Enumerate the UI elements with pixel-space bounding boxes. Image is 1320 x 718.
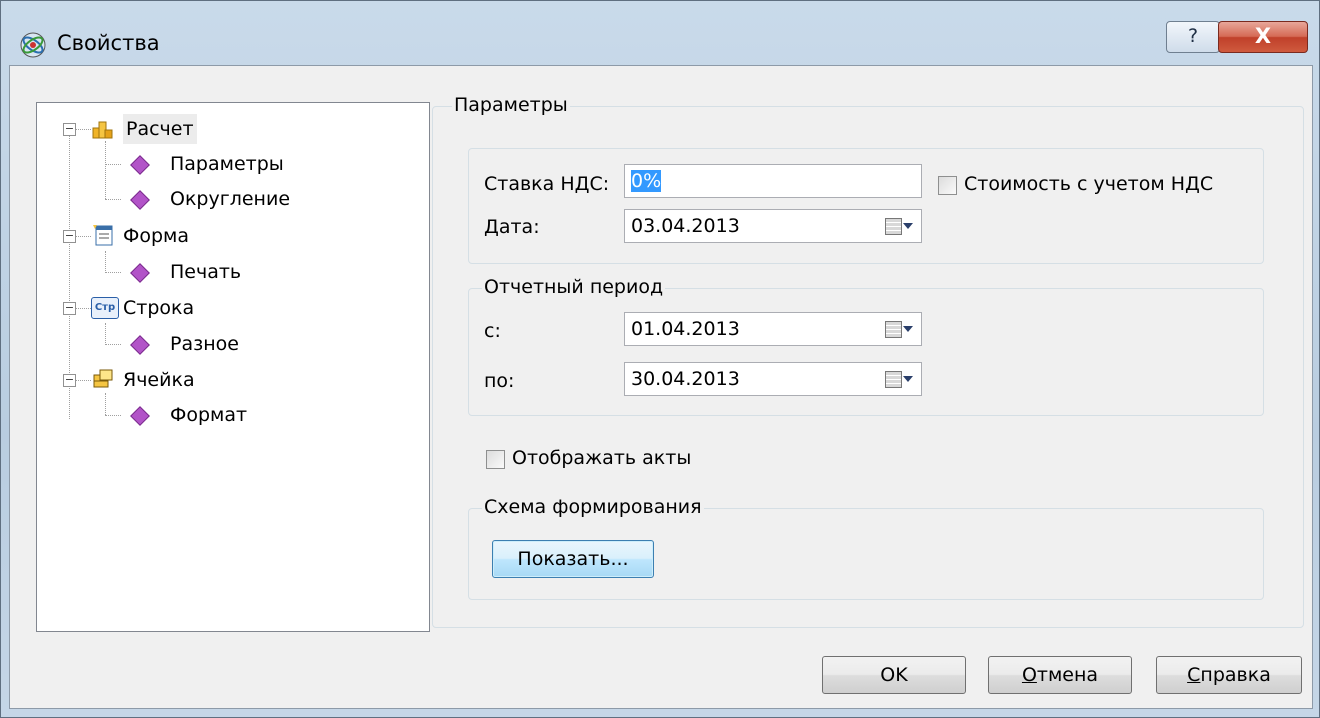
parameters-panel-title: Параметры [452, 94, 570, 116]
tree-item-label: Печать [170, 261, 242, 283]
vat-rate-input[interactable]: 0% [624, 164, 922, 198]
calendar-dropdown-button[interactable] [881, 316, 917, 342]
period-to-label: по: [484, 370, 515, 392]
dropdown-arrow-icon [903, 326, 913, 332]
dropdown-arrow-icon [903, 223, 913, 229]
calendar-dropdown-button[interactable] [881, 366, 917, 392]
help-button[interactable]: Справка [1156, 656, 1302, 694]
include-vat-checkbox[interactable] [938, 176, 957, 195]
help-mnemonic: С [1187, 664, 1201, 686]
tree-item-form[interactable]: − Форма [37, 221, 427, 251]
tree-item-row[interactable]: − Стр Строка [37, 293, 427, 323]
coins-icon [92, 121, 113, 139]
tree-item-calculation[interactable]: − Расчет [37, 114, 427, 144]
show-scheme-button[interactable]: Показать... [492, 540, 654, 578]
collapse-icon[interactable]: − [63, 302, 76, 315]
cancel-button[interactable]: Отмена [988, 656, 1132, 694]
period-from-picker[interactable]: 01.04.2013 [624, 312, 922, 346]
title-bar: Свойства ? X [1, 1, 1319, 65]
include-vat-label[interactable]: Стоимость с учетом НДС [964, 173, 1213, 195]
app-icon [20, 32, 46, 58]
date-label: Дата: [484, 216, 540, 238]
cancel-mnemonic: О [1021, 664, 1037, 686]
tree-item-format[interactable]: Формат [37, 400, 427, 430]
help-title-button[interactable]: ? [1166, 21, 1220, 53]
tree-item-label: Параметры [170, 153, 284, 175]
settings-tree[interactable]: − Расчет Параметры Округление − Форма Пе… [36, 102, 430, 632]
tree-item-misc[interactable]: Разное [37, 329, 427, 359]
period-to-picker[interactable]: 30.04.2013 [624, 362, 922, 396]
calendar-dropdown-button[interactable] [881, 213, 917, 239]
tree-item-label: Формат [170, 404, 248, 426]
date-value: 03.04.2013 [631, 215, 740, 237]
gem-icon [130, 190, 150, 210]
period-from-label: с: [484, 320, 501, 342]
tree-item-label: Округление [170, 188, 291, 210]
collapse-icon[interactable]: − [63, 230, 76, 243]
help-label: правка [1200, 664, 1271, 686]
period-to-value: 30.04.2013 [631, 368, 740, 390]
gem-icon [130, 335, 150, 355]
show-acts-checkbox[interactable] [486, 450, 505, 469]
vat-rate-value: 0% [631, 170, 662, 192]
calendar-icon [885, 321, 902, 338]
date-picker[interactable]: 03.04.2013 [624, 209, 922, 243]
period-from-value: 01.04.2013 [631, 318, 740, 340]
ok-button[interactable]: OK [822, 656, 966, 694]
show-acts-label[interactable]: Отображать акты [512, 447, 691, 469]
close-button[interactable]: X [1218, 21, 1308, 53]
row-icon: Стр [91, 297, 119, 319]
cell-icon [93, 369, 113, 388]
tree-item-label: Разное [170, 333, 239, 355]
vat-rate-label: Ставка НДС: [484, 173, 610, 195]
calendar-icon [885, 371, 902, 388]
tree-item-print[interactable]: Печать [37, 257, 427, 287]
calendar-icon [885, 218, 902, 235]
cancel-label: тмена [1036, 664, 1099, 686]
form-icon [93, 225, 113, 246]
dialog-client-area: − Расчет Параметры Округление − Форма Пе… [9, 65, 1313, 709]
gem-icon [130, 263, 150, 283]
tree-item-label: Расчет [123, 114, 197, 144]
gem-icon [130, 155, 150, 175]
gem-icon [130, 406, 150, 426]
collapse-icon[interactable]: − [63, 123, 76, 136]
properties-dialog: Свойства ? X − Расчет Параметры Округлен… [0, 0, 1320, 718]
tree-item-cell[interactable]: − Ячейка [37, 365, 427, 395]
collapse-icon[interactable]: − [63, 374, 76, 387]
tree-item-label: Строка [123, 297, 195, 319]
reporting-period-group [468, 288, 1264, 416]
tree-item-label: Ячейка [123, 369, 195, 391]
tree-item-parameters[interactable]: Параметры [37, 149, 427, 179]
dropdown-arrow-icon [903, 376, 913, 382]
window-title: Свойства [57, 31, 160, 55]
tree-item-label: Форма [123, 225, 190, 247]
reporting-period-title: Отчетный период [482, 276, 666, 298]
tree-item-rounding[interactable]: Округление [37, 184, 427, 214]
scheme-group-title: Схема формирования [482, 496, 704, 518]
